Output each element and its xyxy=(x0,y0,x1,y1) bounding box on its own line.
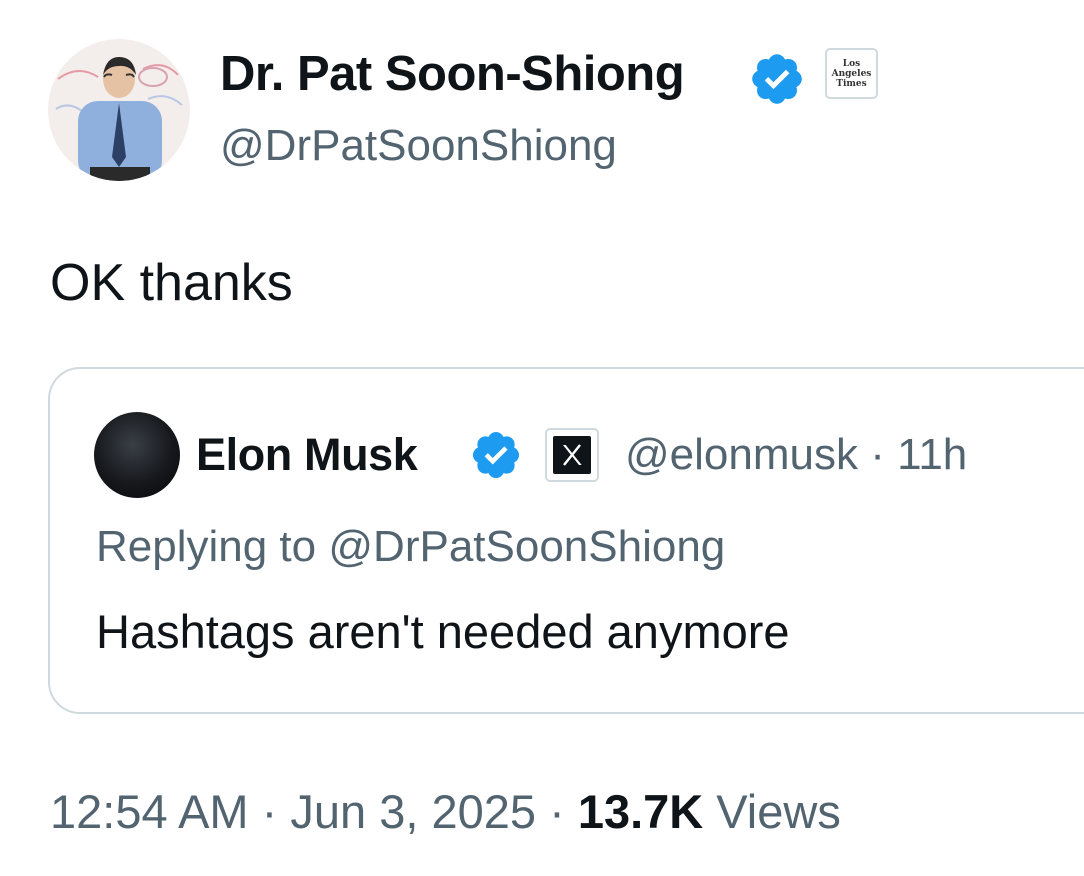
quoted-time-ago[interactable]: 11h xyxy=(897,430,967,479)
logo-text-line-1: Los xyxy=(842,58,861,69)
los-angeles-times-logo-icon[interactable]: Los Angeles Times xyxy=(825,48,878,99)
tweet-text: OK thanks xyxy=(50,254,293,312)
quoted-verified-badge-icon[interactable] xyxy=(469,428,523,487)
tweet-time[interactable]: 12:54 AM xyxy=(50,785,249,838)
tweet-date[interactable]: Jun 3, 2025 xyxy=(290,785,536,838)
quoted-author-name[interactable]: Elon Musk xyxy=(196,428,418,482)
author-name[interactable]: Dr. Pat Soon-Shiong xyxy=(220,44,685,104)
views-count[interactable]: 13.7K xyxy=(578,785,703,838)
logo-text-line-3: Times xyxy=(836,78,867,89)
author-handle[interactable]: @DrPatSoonShiong xyxy=(220,118,617,174)
replying-to-handle[interactable]: @DrPatSoonShiong xyxy=(328,522,725,571)
quoted-author-avatar[interactable] xyxy=(94,412,180,498)
verified-badge-icon[interactable] xyxy=(748,50,806,113)
replying-prefix: Replying to xyxy=(96,522,317,571)
tweet-footer: 12:54 AM · Jun 3, 2025 · 13.7K Views xyxy=(50,783,841,841)
author-avatar[interactable] xyxy=(48,39,190,181)
quoted-tweet-text: Hashtags aren't needed anymore xyxy=(96,605,790,658)
x-logo-icon[interactable] xyxy=(545,428,599,482)
meta-separator: · xyxy=(870,430,885,479)
footer-separator-2: · xyxy=(549,785,565,838)
quoted-author-handle[interactable]: @elonmusk xyxy=(625,430,858,479)
views-label[interactable]: Views xyxy=(716,785,841,838)
replying-to-line: Replying to @DrPatSoonShiong xyxy=(96,519,725,575)
quoted-meta: @elonmusk · 11h xyxy=(625,428,967,482)
logo-text-line-2: Angeles xyxy=(831,68,872,79)
author-avatar-image xyxy=(48,39,190,181)
footer-separator: · xyxy=(261,785,278,838)
